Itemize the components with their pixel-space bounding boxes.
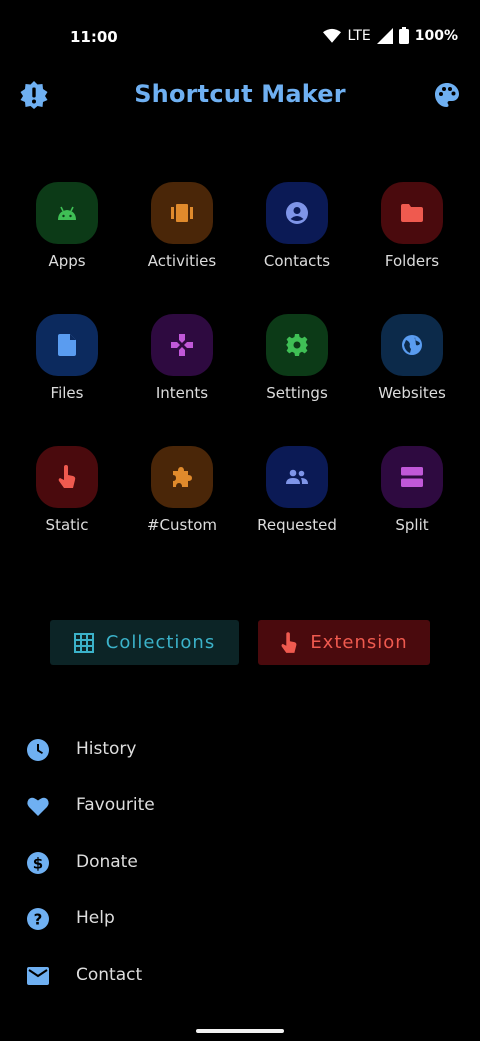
svg-text:$: $	[33, 855, 43, 873]
tile-websites[interactable]: Websites	[362, 314, 462, 414]
battery-label: 100%	[414, 27, 458, 44]
touch-icon	[281, 631, 297, 653]
tile-folders[interactable]: Folders	[362, 182, 462, 282]
puzzle-icon	[151, 446, 213, 508]
grid-icon	[73, 632, 94, 653]
tile-settings[interactable]: Settings	[247, 314, 347, 414]
tile-contacts[interactable]: Contacts	[247, 182, 347, 282]
touch-icon	[36, 446, 98, 508]
tile-label: #Custom	[146, 516, 218, 534]
tile-split[interactable]: Split	[362, 446, 462, 546]
home-indicator[interactable]	[196, 1029, 284, 1033]
globe-icon	[381, 314, 443, 376]
heart-icon	[27, 797, 49, 816]
tile-activities[interactable]: Activities	[132, 182, 232, 282]
extension-label: Extension	[310, 632, 408, 653]
dollar-icon: $	[27, 852, 49, 874]
clock-icon	[27, 739, 49, 761]
menu-label: Contact	[76, 965, 143, 985]
menu-label: Help	[76, 908, 115, 928]
tile-static[interactable]: Static	[17, 446, 117, 546]
menu-item-donate[interactable]: $ Donate	[0, 835, 480, 891]
tile-label: Activities	[147, 252, 217, 270]
tile-custom[interactable]: #Custom	[132, 446, 232, 546]
account-circle-icon	[266, 182, 328, 244]
tile-label: Contacts	[263, 252, 331, 270]
tile-label: Files	[50, 384, 84, 402]
gamepad-icon	[151, 314, 213, 376]
tile-intents[interactable]: Intents	[132, 314, 232, 414]
tile-label: Settings	[266, 384, 328, 402]
battery-icon	[398, 27, 409, 44]
tile-files[interactable]: Files	[17, 314, 117, 414]
palette-icon[interactable]	[432, 80, 462, 110]
status-bar: 11:00 LTE 100%	[0, 0, 480, 74]
menu-item-contact[interactable]: Contact	[0, 948, 480, 1004]
wifi-icon	[323, 28, 342, 43]
menu-item-help[interactable]: ? Help	[0, 891, 480, 947]
file-icon	[36, 314, 98, 376]
page-title: Shortcut Maker	[134, 80, 346, 108]
status-time: 11:00	[70, 28, 118, 46]
tile-apps[interactable]: Apps	[17, 182, 117, 282]
tile-label: Static	[45, 516, 89, 534]
status-icons: LTE 100%	[323, 27, 458, 44]
gear-icon	[266, 314, 328, 376]
tile-label: Requested	[257, 516, 337, 534]
signal-icon	[376, 27, 393, 44]
tile-label: Websites	[378, 384, 446, 402]
android-icon	[36, 182, 98, 244]
menu-label: History	[76, 739, 137, 759]
app-bar: Shortcut Maker	[0, 74, 480, 118]
menu-label: Donate	[76, 852, 138, 872]
tile-label: Folders	[384, 252, 440, 270]
menu-label: Favourite	[76, 795, 155, 815]
split-icon	[381, 446, 443, 508]
tile-label: Intents	[155, 384, 209, 402]
folder-icon	[381, 182, 443, 244]
menu-item-favourite[interactable]: Favourite	[0, 778, 480, 834]
tile-requested[interactable]: Requested	[247, 446, 347, 546]
help-icon: ?	[27, 908, 49, 930]
collections-label: Collections	[105, 632, 216, 653]
network-label: LTE	[347, 27, 371, 44]
svg-text:?: ?	[34, 911, 43, 929]
tile-label: Apps	[48, 252, 86, 270]
group-icon	[266, 446, 328, 508]
collections-button[interactable]: Collections	[50, 620, 239, 665]
mail-icon	[27, 967, 49, 985]
carousel-icon	[151, 182, 213, 244]
extension-button[interactable]: Extension	[258, 620, 430, 665]
menu-item-history[interactable]: History	[0, 722, 480, 778]
tile-label: Split	[395, 516, 429, 534]
